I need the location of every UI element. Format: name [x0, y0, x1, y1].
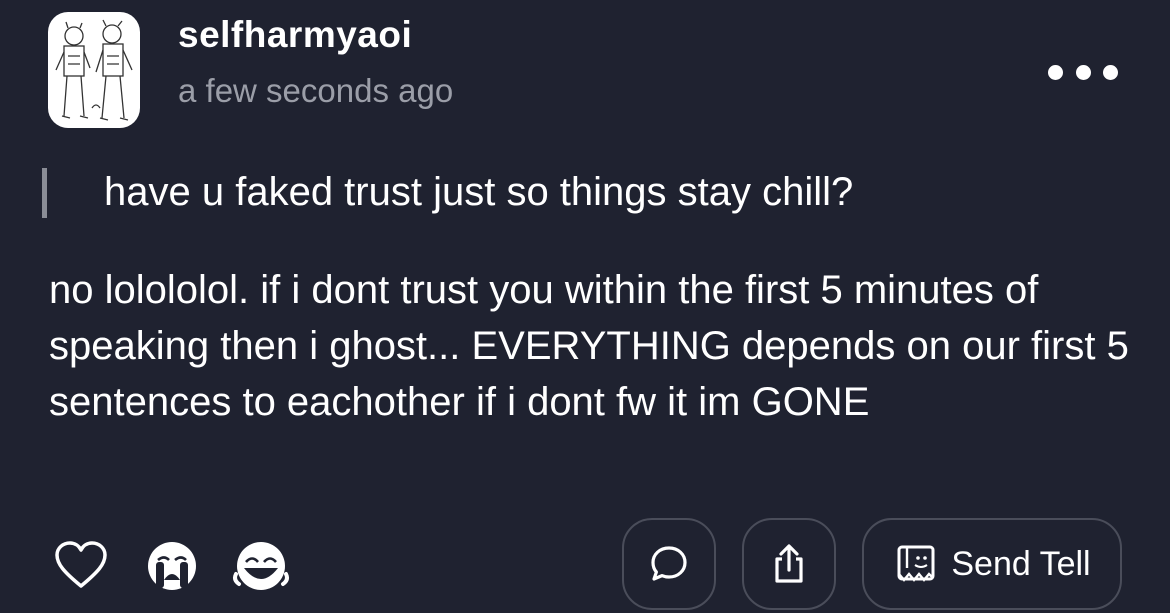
laughing-face-icon [233, 542, 289, 590]
more-dot-icon [1075, 64, 1091, 80]
reply-button[interactable] [622, 518, 716, 610]
share-icon [775, 544, 803, 583]
speech-bubble-icon [651, 546, 687, 581]
crying-reaction-button[interactable] [146, 540, 198, 597]
crying-face-icon [148, 542, 196, 590]
timestamp: a few seconds ago [178, 72, 454, 109]
heart-icon [55, 541, 107, 588]
share-button[interactable] [742, 518, 836, 610]
tell-note-icon [897, 545, 935, 582]
avatar[interactable] [48, 12, 140, 128]
heart-button[interactable] [54, 540, 108, 595]
answer-text: no lolololol. if i dont trust you within… [49, 268, 1129, 424]
laughing-reaction-button[interactable] [232, 540, 290, 597]
more-options-button[interactable] [1048, 60, 1118, 84]
avatar-drawing-icon [55, 19, 133, 121]
quote-bar [42, 168, 47, 218]
send-tell-label: Send Tell [951, 544, 1091, 583]
more-dot-icon [1103, 64, 1118, 80]
more-dot-icon [1048, 64, 1063, 80]
send-tell-button[interactable]: Send Tell [862, 518, 1122, 610]
question-text: have u faked trust just so things stay c… [104, 170, 854, 214]
username[interactable]: selfharmyaoi [178, 14, 412, 56]
